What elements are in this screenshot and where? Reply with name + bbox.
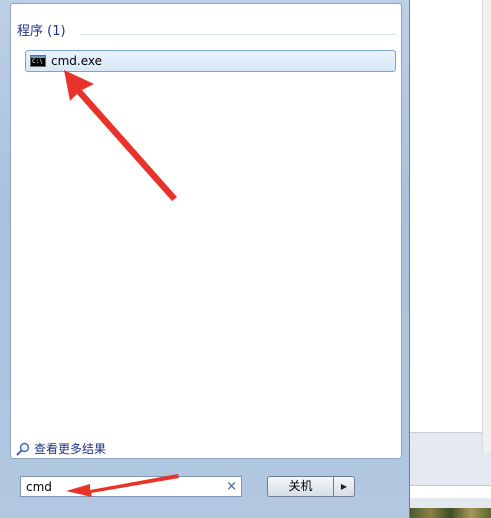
section-divider [81, 34, 396, 35]
search-results-pane: 程序 (1) C:\ cmd.exe [10, 3, 402, 459]
search-input[interactable] [21, 478, 216, 495]
cmd-console-icon: C:\ [30, 55, 46, 67]
result-item-cmd[interactable]: C:\ cmd.exe [25, 50, 396, 72]
background-window-statusbar [410, 485, 491, 498]
shutdown-group: 关机 ▶ [267, 476, 355, 497]
shutdown-button[interactable]: 关机 [267, 476, 334, 497]
shutdown-options-button[interactable]: ▶ [334, 476, 355, 497]
search-icon [16, 442, 30, 455]
see-more-label: 查看更多结果 [34, 442, 107, 456]
background-window-scrollbar[interactable] [482, 0, 491, 452]
result-item-label: cmd.exe [51, 54, 103, 68]
background-window-content [410, 0, 483, 433]
start-menu: 程序 (1) C:\ cmd.exe 查看更多结果 × 关机 ▶ [0, 0, 410, 518]
see-more-results-link[interactable]: 查看更多结果 [16, 440, 106, 457]
desktop-wallpaper-strip [410, 508, 491, 518]
programs-section-header: 程序 (1) [17, 24, 66, 39]
search-field[interactable]: × [20, 476, 242, 497]
clear-search-icon[interactable]: × [226, 478, 237, 495]
